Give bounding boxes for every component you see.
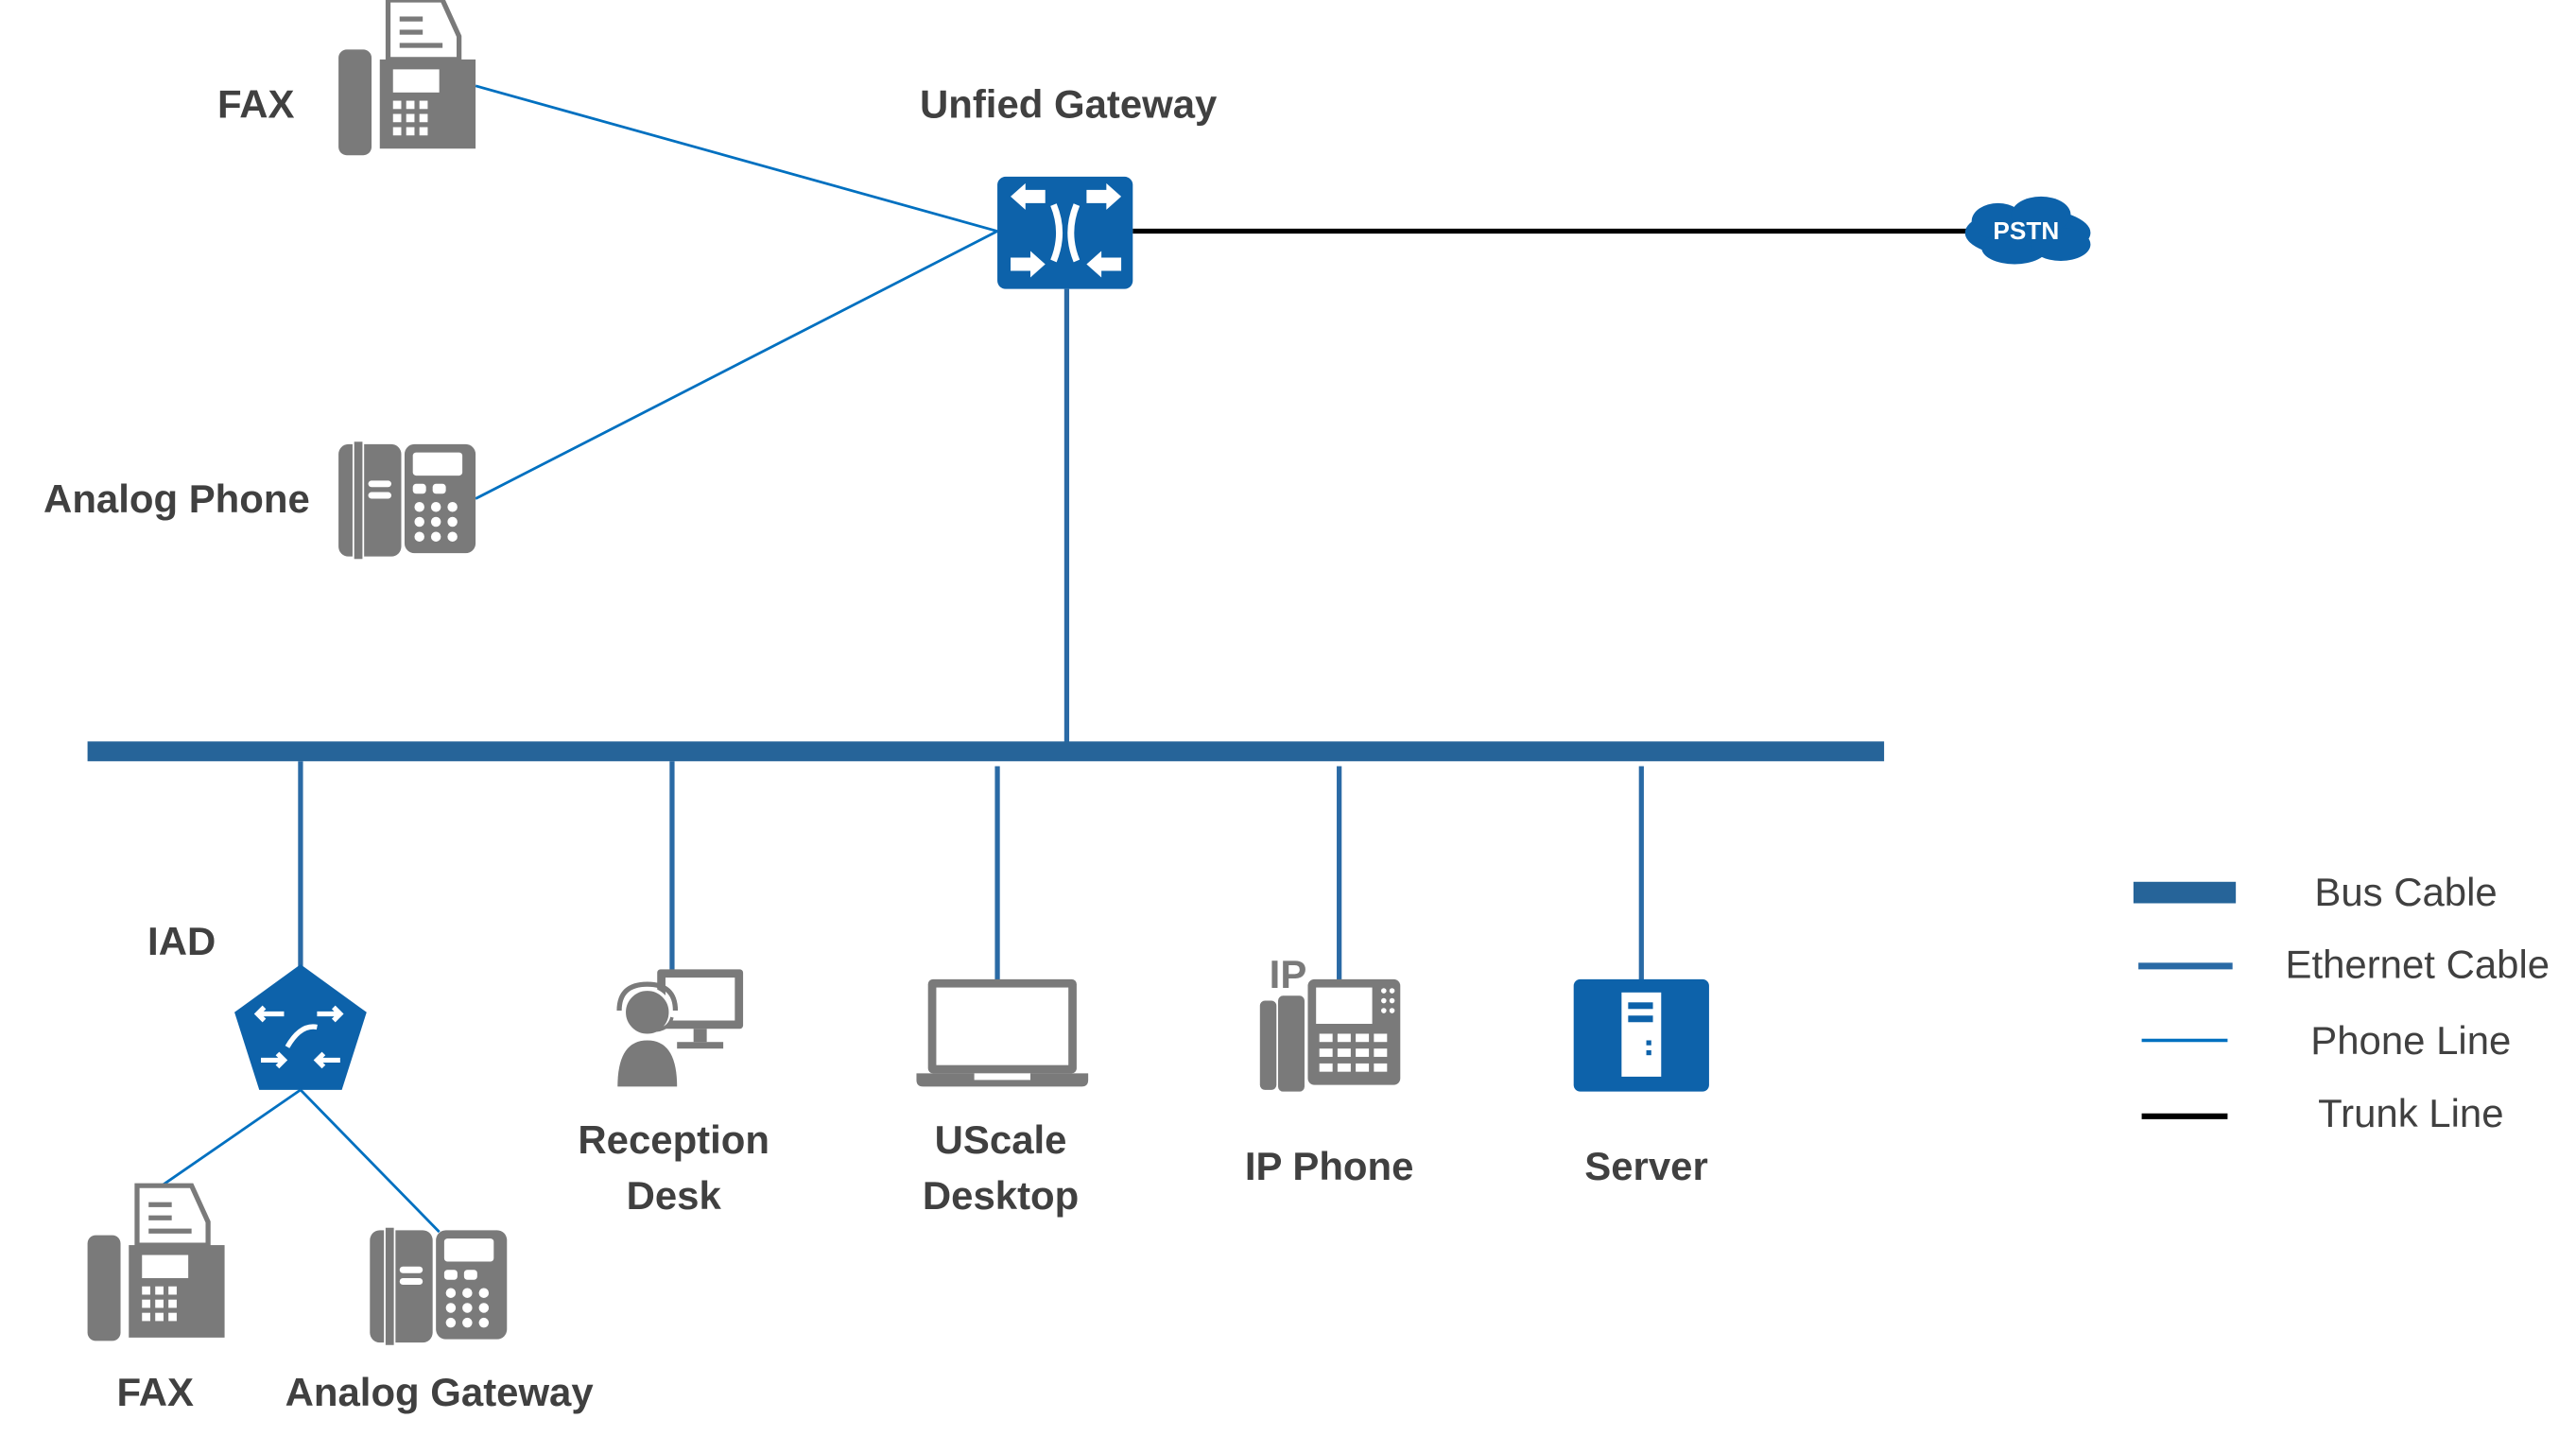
iad-icon	[234, 964, 367, 1090]
unified-gateway-label: Unfied Gateway	[920, 82, 1218, 127]
pstn-label: PSTN	[1993, 216, 2059, 245]
network-diagram: FAX Unfied Gateway PSTN Analog Phone IAD…	[43, 0, 2550, 1414]
legend-phone-line-label: Phone Line	[2310, 1018, 2511, 1063]
server-icon	[1573, 978, 1709, 1092]
analog-phone-label: Analog Phone	[43, 476, 310, 521]
reception-desk-label-line1: Reception	[578, 1117, 769, 1162]
legend-bus-cable-label: Bus Cable	[2314, 870, 2497, 914]
phone-line-analog-gateway	[475, 230, 998, 500]
legend-bus-cable-swatch	[2133, 881, 2237, 904]
bus-cable	[87, 741, 1885, 762]
fax-icon	[338, 0, 476, 156]
ip-badge: IP	[1270, 952, 1307, 996]
phone-line-iad-fax	[156, 1088, 302, 1190]
fax-bottom-label: FAX	[116, 1370, 194, 1414]
unified-gateway-icon	[997, 176, 1133, 289]
server-label: Server	[1584, 1144, 1707, 1188]
uscale-desktop-label-line2: Desktop	[923, 1173, 1079, 1218]
legend-trunk-line-label: Trunk Line	[2318, 1091, 2503, 1135]
fax-icon	[87, 1183, 225, 1341]
legend: Bus Cable Ethernet Cable Phone Line Trun…	[2133, 870, 2550, 1135]
phone-line-iad-analog	[299, 1088, 441, 1234]
ip-phone-icon: IP	[1259, 952, 1401, 1092]
reception-desk-label-line2: Desk	[627, 1173, 722, 1218]
laptop-icon	[916, 978, 1089, 1087]
reception-desk-icon	[616, 969, 744, 1087]
ip-phone-label: IP Phone	[1245, 1144, 1414, 1188]
analog-gateway-label: Analog Gateway	[285, 1370, 595, 1414]
fax-top-label: FAX	[217, 82, 295, 127]
uscale-desktop-label-line1: UScale	[935, 1117, 1067, 1162]
legend-ethernet-cable-label: Ethernet Cable	[2286, 943, 2550, 987]
iad-label: IAD	[147, 919, 216, 963]
analog-phone-icon	[370, 1225, 508, 1347]
analog-phone-icon	[338, 440, 476, 562]
